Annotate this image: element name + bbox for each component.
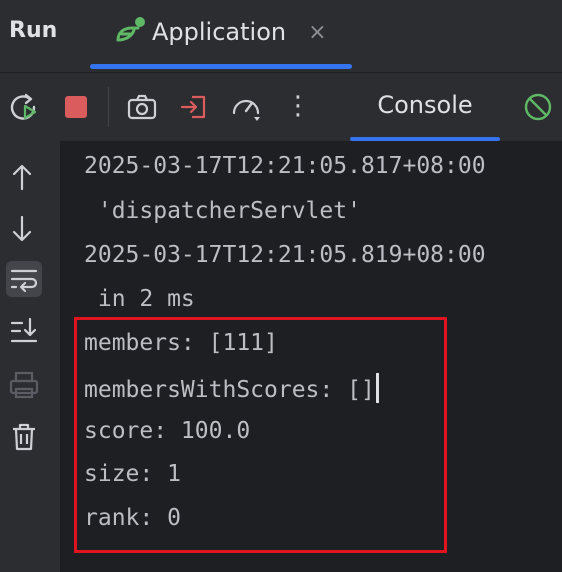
profiler-icon[interactable] <box>230 91 262 123</box>
more-icon[interactable]: ⋮ <box>282 91 314 123</box>
exit-icon[interactable] <box>178 91 210 123</box>
screenshot-icon[interactable] <box>126 91 158 123</box>
tab-application-label: Application <box>152 18 287 46</box>
highlight-annotation-box <box>74 317 447 553</box>
tab-console[interactable]: Console <box>350 73 500 141</box>
run-window-title: Run <box>9 18 58 43</box>
active-tab-indicator <box>90 64 352 69</box>
trash-icon[interactable] <box>8 421 40 453</box>
stop-icon[interactable] <box>60 91 92 123</box>
rerun-icon[interactable] <box>8 91 40 123</box>
no-entry-icon[interactable] <box>522 91 554 123</box>
tab-console-label: Console <box>377 91 473 119</box>
tab-application[interactable]: Application × <box>112 12 327 52</box>
spring-app-icon <box>112 14 148 50</box>
toolbar-divider <box>108 87 109 127</box>
console-line: 2025-03-17T12:21:05.819+08:00 <box>84 242 486 268</box>
run-toolbar: ⋮ Console <box>0 73 562 141</box>
console-side-toolbar <box>0 141 60 572</box>
arrow-down-icon[interactable] <box>8 213 40 245</box>
console-output[interactable]: 2025-03-17T12:21:05.817+08:00 'dispatche… <box>60 141 562 572</box>
soft-wrap-icon[interactable] <box>6 261 42 297</box>
scroll-to-end-icon[interactable] <box>8 315 40 347</box>
console-line: in 2 ms <box>84 286 195 312</box>
console-line: 'dispatcherServlet' <box>84 198 361 224</box>
close-tab-icon[interactable]: × <box>308 20 326 45</box>
console-line: 2025-03-17T12:21:05.817+08:00 <box>84 153 486 179</box>
arrow-up-icon[interactable] <box>8 161 40 193</box>
print-icon <box>8 369 40 401</box>
run-tool-window-header: Run Application × <box>0 0 562 73</box>
